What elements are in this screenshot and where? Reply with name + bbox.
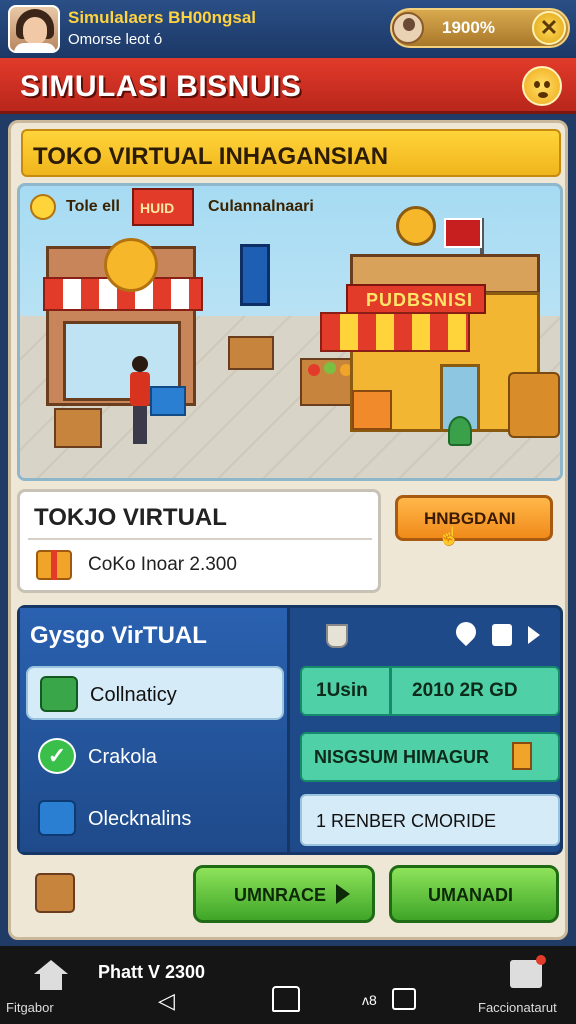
fruit-icon — [324, 362, 336, 374]
avatar[interactable] — [8, 5, 60, 53]
stats-cell-left: 1Usin — [302, 668, 392, 714]
home-roof — [34, 960, 68, 974]
sun-sign-icon — [104, 238, 158, 292]
home-button-icon[interactable] — [272, 986, 300, 1012]
shopper-head — [132, 356, 148, 372]
home-base — [40, 974, 62, 990]
user-name: Simulalaers BH00ngsal — [68, 8, 257, 27]
store-icon[interactable] — [510, 955, 546, 988]
store-action-button[interactable]: HNBGDANI ☝ — [395, 495, 553, 546]
stats-row-2-text: NISGSUM HIMAGUR — [314, 747, 489, 767]
cart-icon — [40, 676, 78, 712]
plant-icon — [448, 416, 472, 446]
stats-row[interactable]: 1Usin 2010 2R GD — [300, 666, 560, 716]
right-shop-awning — [320, 312, 470, 352]
management-area: Gysgo VirTUAL Collnaticy ✓ Crakola Oleck… — [17, 605, 563, 855]
back-arrow-icon[interactable]: ◁ — [158, 988, 175, 1014]
avatar-face — [23, 17, 47, 45]
play-icon[interactable] — [528, 626, 540, 644]
stats-cell-right: 2010 2R GD — [394, 668, 558, 714]
check-icon: ✓ — [38, 738, 76, 774]
primary-action-button[interactable]: UMNRACE — [193, 865, 375, 923]
crate-icon — [54, 408, 102, 448]
left-menu-title: Gysgo VirTUAL — [30, 622, 207, 649]
currency-pill[interactable]: 1900% ✕ — [390, 8, 570, 48]
flag-icon — [444, 218, 482, 248]
title-bar: SIMULASI BISNUIS — [0, 58, 576, 114]
store-title: TOKJO VIRTUAL — [34, 504, 227, 531]
home-icon[interactable] — [34, 960, 68, 990]
secondary-action-label: UMANADI — [428, 885, 513, 905]
left-menu-panel: Gysgo VirTUAL Collnaticy ✓ Crakola Oleck… — [20, 608, 290, 852]
treasure-chest-icon[interactable] — [35, 873, 75, 913]
status-bar: Simulalaers BH00ngsal Omorse leot ó 1900… — [0, 0, 576, 58]
location-pin-icon[interactable] — [451, 617, 481, 647]
scene-label-left: Tole ell — [66, 198, 120, 215]
arrow-right-icon — [336, 884, 350, 904]
gift-box-icon — [36, 550, 72, 580]
nav-center-text: Phatt V 2300 — [98, 962, 206, 982]
menu-item-label: Crakola — [88, 746, 157, 768]
menu-item-collnaticy[interactable]: Collnaticy — [26, 666, 284, 720]
phone-sign-icon — [240, 244, 270, 306]
safe-icon — [508, 372, 560, 438]
menu-item-label: Collnaticy — [90, 684, 177, 706]
right-stats-panel: 1Usin 2010 2R GD NISGSUM HIMAGUR 1 RENBE… — [296, 608, 560, 852]
overview-square-icon[interactable] — [392, 988, 416, 1010]
left-shop-sign: HUID — [132, 188, 194, 226]
store-banner: TOKO VIRTUAL INHAGANSIAN — [21, 129, 561, 177]
nav-label-right: Faccionatarut — [478, 1000, 557, 1015]
page-title: SIMULASI BISNUIS — [20, 70, 302, 103]
currency-amount: 1900% — [442, 18, 495, 37]
crate-icon — [38, 800, 76, 836]
shopper-legs — [133, 406, 147, 444]
cup-icon[interactable] — [326, 624, 348, 648]
menu-item-olecknalins[interactable]: Olecknalins — [26, 792, 284, 846]
stats-cell-left-text: 1Usin — [316, 680, 368, 701]
shopper-torso — [130, 372, 150, 406]
store-subtitle-row: CoKo Inoar 2.300 — [28, 538, 372, 586]
emoji-mouth — [538, 92, 548, 98]
menu-item-crakola[interactable]: ✓ Crakola — [26, 730, 284, 784]
bottom-nav: Fitgabor Phatt V 2300 ◁ ʌ8 Faccionatarut — [0, 946, 576, 1024]
shopping-cart-icon — [150, 386, 186, 416]
right-toolbar — [306, 617, 556, 656]
action-bar: UMNRACE UMANADI — [17, 861, 563, 935]
close-icon[interactable]: ✕ — [532, 11, 566, 45]
stats-cell-right-text: 2010 2R GD — [412, 680, 518, 701]
stats-row-3-text: 1 RENBER CMORIDE — [316, 811, 497, 831]
note-icon — [512, 742, 532, 770]
nav-label-left: Fitgabor — [6, 1000, 54, 1015]
store-subtitle: CoKo Inoar 2.300 — [88, 554, 237, 575]
avatar-body — [14, 43, 56, 51]
store-scene[interactable]: Tole ell Culannalnaari HUID PUDBSNISI — [17, 183, 563, 481]
fruit-icon — [308, 364, 320, 376]
secondary-action-button[interactable]: UMANADI — [389, 865, 559, 923]
paintbrush-icon[interactable] — [30, 194, 56, 220]
pointer-cursor-icon: ☝ — [438, 526, 461, 546]
crate-icon — [228, 336, 274, 370]
money-sign-icon — [396, 206, 436, 246]
stats-row-2[interactable]: NISGSUM HIMAGUR — [300, 732, 560, 782]
primary-action-label: UMNRACE — [234, 885, 326, 905]
shopper-figure — [130, 356, 150, 446]
recent-apps-icon[interactable]: ʌ8 — [362, 992, 377, 1008]
shopping-bag-icon[interactable] — [492, 624, 512, 646]
left-shop-sign-text: HUID — [140, 200, 175, 216]
scene-label-center: Culannalnaari — [208, 198, 314, 215]
banner-title: TOKO VIRTUAL INHAGANSIAN — [33, 143, 389, 170]
user-subtitle: Omorse leot ó — [68, 31, 163, 48]
stats-row-3[interactable]: 1 RENBER CMORIDE — [300, 794, 560, 846]
right-shop-sign-text: PUDBSNISI — [366, 290, 474, 310]
advisor-avatar-icon — [392, 12, 424, 44]
right-shop-sign: PUDBSNISI — [346, 284, 486, 314]
main-panel: TOKO VIRTUAL INHAGANSIAN Tole ell Culann… — [8, 120, 568, 940]
cooler-icon — [352, 390, 392, 430]
store-info-card: TOKJO VIRTUAL CoKo Inoar 2.300 — [17, 489, 381, 593]
emoji-face-icon[interactable] — [522, 66, 562, 106]
menu-item-label: Olecknalins — [88, 808, 192, 830]
